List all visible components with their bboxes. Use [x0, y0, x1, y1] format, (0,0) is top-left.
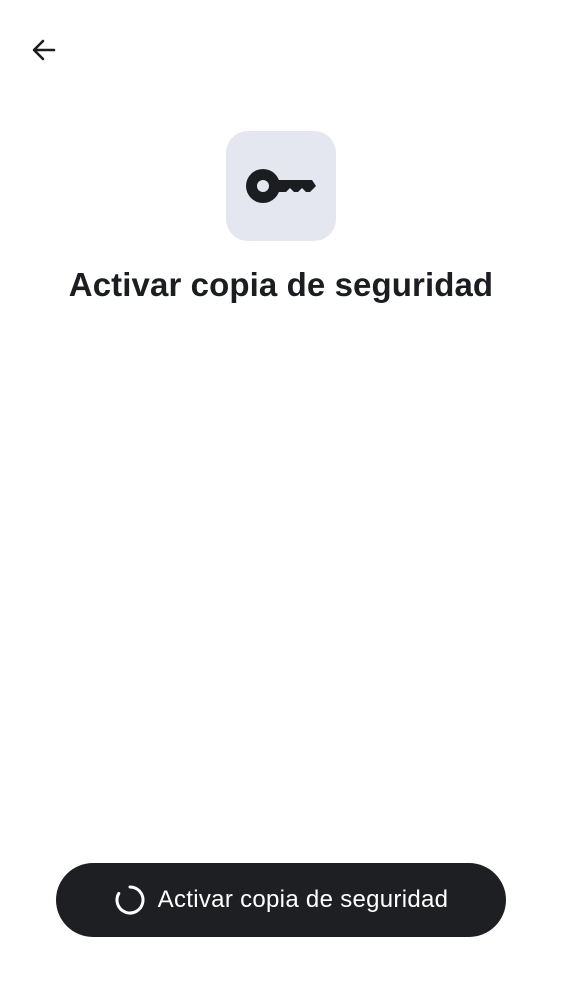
- backup-activation-screen: Activar copia de seguridad Activar copia…: [0, 0, 562, 1000]
- key-icon-tile: [226, 131, 336, 241]
- activate-backup-button[interactable]: Activar copia de seguridad: [56, 863, 506, 937]
- activate-backup-button-label: Activar copia de seguridad: [157, 886, 449, 913]
- back-button[interactable]: [22, 28, 66, 72]
- arrow-left-icon: [32, 39, 56, 61]
- spinner-icon: [114, 884, 146, 916]
- page-title: Activar copia de seguridad: [68, 266, 494, 303]
- key-icon: [246, 169, 316, 203]
